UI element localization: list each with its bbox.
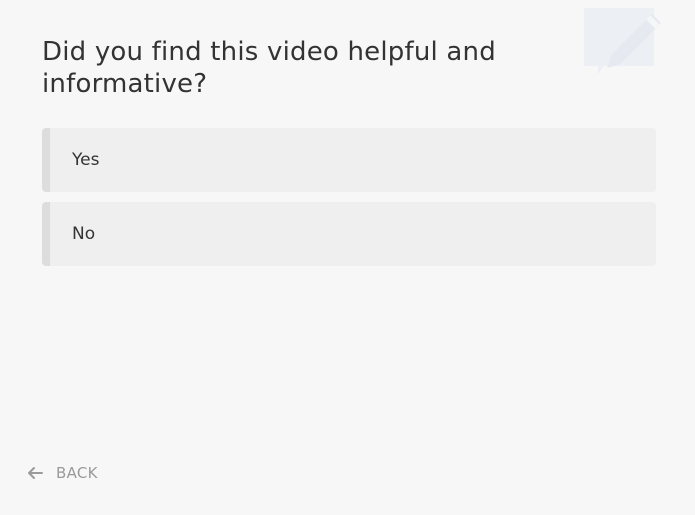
answer-options: Yes No [42,128,656,276]
question-title: Did you find this video helpful and info… [42,37,496,99]
option-no[interactable]: No [42,202,656,266]
arrow-left-icon [28,467,43,479]
option-yes[interactable]: Yes [42,128,656,192]
back-button[interactable]: BACK [27,464,98,482]
back-label: BACK [56,464,98,482]
